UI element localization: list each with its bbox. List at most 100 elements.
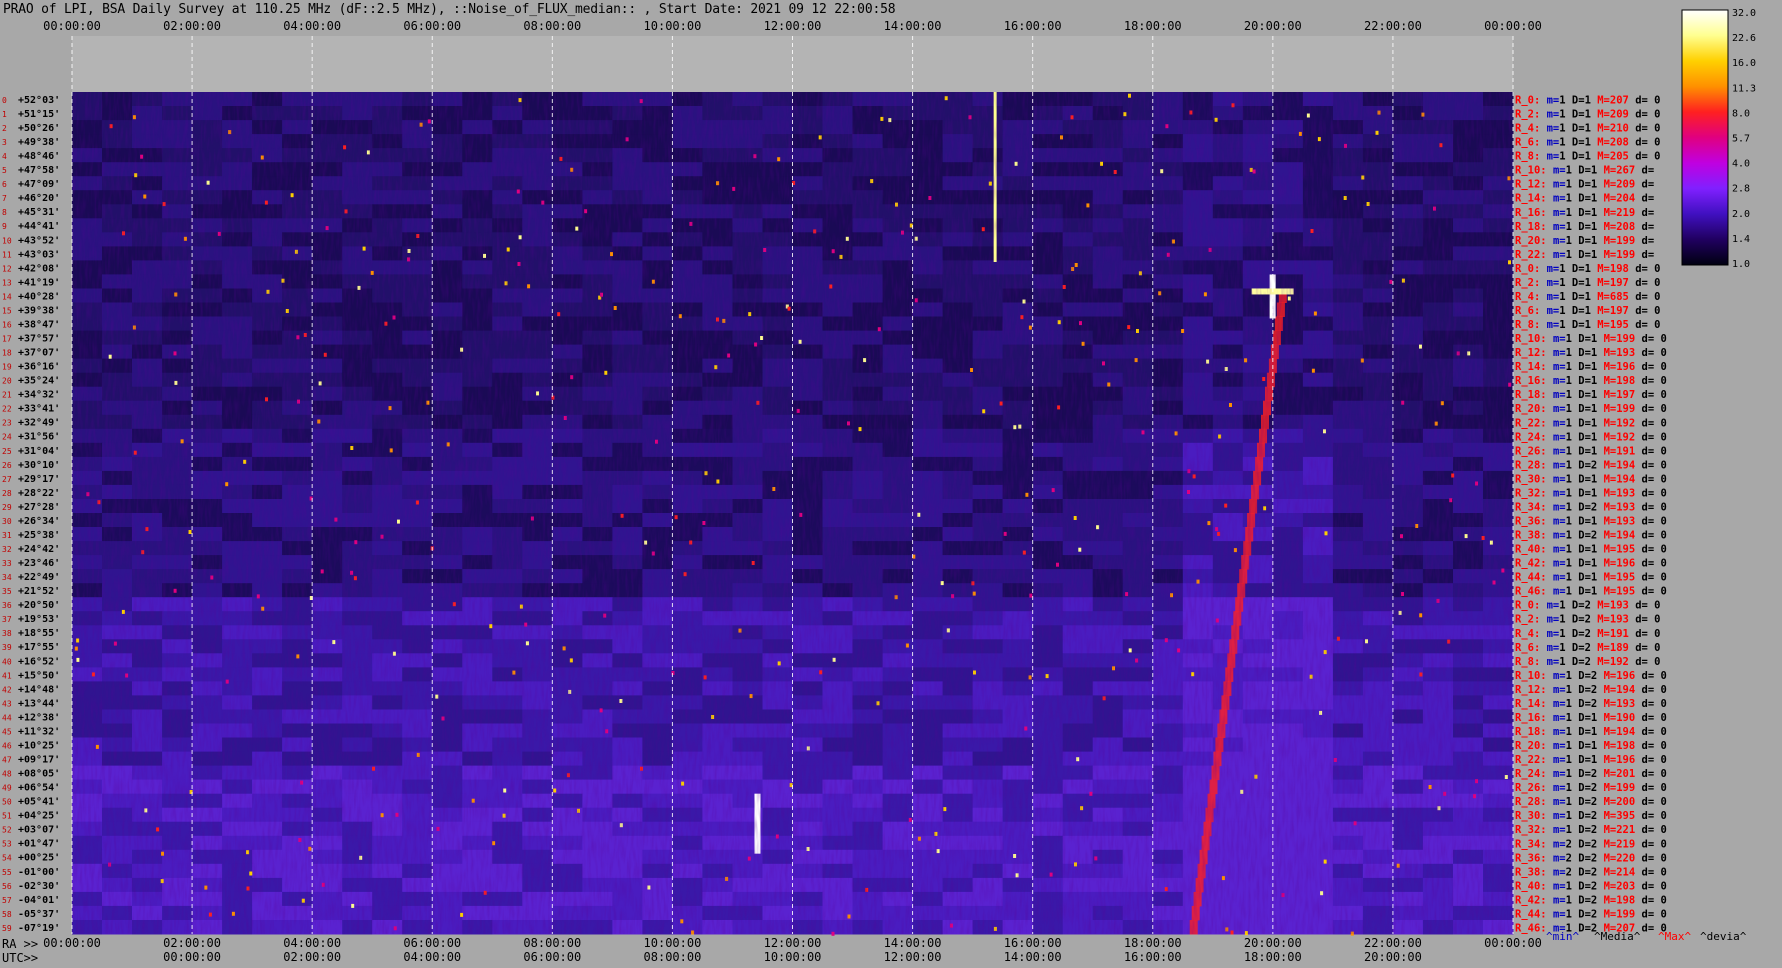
- row-index-label: 33: [2, 559, 12, 568]
- declination-label: +13°44': [18, 698, 60, 709]
- beam-stat-row: R_0: m=1 D=2 M=193 d= 0: [1515, 600, 1661, 612]
- utc-tick-label: 20:00:00: [1364, 950, 1422, 964]
- row-index-label: 20: [2, 377, 12, 386]
- utc-tick-label: 00:00:00: [163, 950, 221, 964]
- ra-tick-label: 00:00:00: [1484, 936, 1542, 950]
- declination-label: +24°42': [18, 544, 60, 555]
- beam-stat-row: R_40: m=1 D=2 M=203 d= 0: [1515, 880, 1667, 892]
- ra-axis-prefix: RA >>: [2, 937, 39, 951]
- declination-label: +43°52': [18, 235, 60, 246]
- top-tick-label: 14:00:00: [884, 19, 942, 33]
- beam-stat-row: R_14: m=1 D=2 M=193 d= 0: [1515, 698, 1667, 710]
- beam-stat-row: R_18: m=1 D=1 M=194 d= 0: [1515, 726, 1667, 738]
- declination-label: +42°08': [18, 263, 60, 274]
- beam-stat-row: R_0: m=1 D=1 M=198 d= 0: [1515, 263, 1661, 275]
- declination-label: +25°38': [18, 530, 60, 541]
- declination-label: +33°41': [18, 404, 60, 415]
- colorbar-label: 11.3: [1732, 83, 1756, 94]
- beam-stat-row: R_16: m=1 D=1 M=190 d= 0: [1515, 712, 1667, 724]
- beam-stat-row: R_18: m=1 D=1 M=208 d=: [1515, 221, 1654, 233]
- ra-tick-label: 04:00:00: [283, 936, 341, 950]
- declination-label: +18°55': [18, 628, 60, 639]
- declination-label: +31°04': [18, 446, 60, 457]
- legend-deviation: ^devia^: [1700, 930, 1747, 943]
- declination-label: +20°50': [18, 600, 60, 611]
- colorbar-label: 2.0: [1732, 209, 1750, 220]
- row-index-label: 18: [2, 349, 12, 358]
- declination-label: +27°28': [18, 502, 60, 513]
- row-index-label: 15: [2, 306, 12, 315]
- declination-label: +47°58': [18, 165, 60, 176]
- beam-stat-row: R_22: m=1 D=1 M=192 d= 0: [1515, 417, 1667, 429]
- colorbar-label: 1.0: [1732, 259, 1750, 270]
- ra-tick-label: 06:00:00: [403, 936, 461, 950]
- row-index-label: 57: [2, 896, 12, 905]
- declination-label: +28°22': [18, 488, 60, 499]
- declination-label: +35°24': [18, 376, 60, 387]
- row-index-label: 12: [2, 264, 12, 273]
- beam-stat-row: R_22: m=1 D=1 M=196 d= 0: [1515, 754, 1667, 766]
- row-index-label: 51: [2, 812, 12, 821]
- row-index-label: 37: [2, 615, 12, 624]
- beam-stat-row: R_12: m=1 D=2 M=194 d= 0: [1515, 684, 1667, 696]
- row-index-label: 35: [2, 587, 12, 596]
- row-index-label: 22: [2, 405, 12, 414]
- row-index-label: 10: [2, 236, 12, 245]
- declination-label: +44°41': [18, 221, 60, 232]
- utc-axis-prefix: UTC>>: [2, 951, 39, 965]
- declination-label: +14°48': [18, 684, 60, 695]
- row-index-label: 2: [2, 124, 7, 133]
- ra-tick-label: 20:00:00: [1244, 936, 1302, 950]
- declination-label: +37°07': [18, 348, 60, 359]
- row-index-label: 17: [2, 335, 12, 344]
- row-index-label: 41: [2, 671, 12, 680]
- beam-stat-row: R_14: m=1 D=1 M=196 d= 0: [1515, 361, 1667, 373]
- row-index-label: 42: [2, 685, 12, 694]
- row-index-label: 4: [2, 152, 7, 161]
- declination-label: -02°30': [18, 881, 60, 892]
- declination-label: -01°00': [18, 867, 60, 878]
- utc-tick-label: 02:00:00: [283, 950, 341, 964]
- ra-tick-label: 18:00:00: [1124, 936, 1182, 950]
- beam-stat-row: R_34: m=2 D=2 M=219 d= 0: [1515, 838, 1667, 850]
- declination-label: +38°47': [18, 319, 60, 330]
- declination-label: +17°55': [18, 642, 60, 653]
- ra-tick-label: 08:00:00: [523, 936, 581, 950]
- top-tick-label: 08:00:00: [523, 19, 581, 33]
- top-tick-label: 22:00:00: [1364, 19, 1422, 33]
- row-index-label: 8: [2, 208, 7, 217]
- top-tick-label: 06:00:00: [403, 19, 461, 33]
- beam-stat-row: R_20: m=1 D=1 M=199 d= 0: [1515, 403, 1667, 415]
- row-index-label: 30: [2, 517, 12, 526]
- beam-stat-row: R_36: m=2 D=2 M=220 d= 0: [1515, 852, 1667, 864]
- colorbar-label: 1.4: [1732, 234, 1750, 245]
- declination-label: +29°17': [18, 474, 60, 485]
- row-index-label: 53: [2, 840, 12, 849]
- row-index-label: 0: [2, 96, 7, 105]
- colorbar-gradient: [1681, 9, 1729, 266]
- ra-tick-label: 12:00:00: [764, 936, 822, 950]
- beam-stat-row: R_6: m=1 D=1 M=208 d= 0: [1515, 137, 1661, 149]
- row-index-label: 48: [2, 770, 12, 779]
- row-index-label: 39: [2, 643, 12, 652]
- beam-stat-row: R_28: m=1 D=2 M=200 d= 0: [1515, 796, 1667, 808]
- top-tick-label: 20:00:00: [1244, 19, 1302, 33]
- colorbar-label: 2.8: [1732, 184, 1750, 195]
- declination-label: +45°31': [18, 207, 60, 218]
- declination-label: +03°07': [18, 825, 60, 836]
- row-index-label: 56: [2, 882, 12, 891]
- declination-label: +31°56': [18, 432, 60, 443]
- beam-stat-row: R_28: m=1 D=2 M=194 d= 0: [1515, 459, 1667, 471]
- utc-tick-label: 08:00:00: [644, 950, 702, 964]
- row-index-label: 34: [2, 573, 12, 582]
- beam-stat-row: R_42: m=1 D=2 M=198 d= 0: [1515, 894, 1667, 906]
- beam-stat-row: R_10: m=1 D=1 M=267 d=: [1515, 165, 1654, 177]
- declination-label: -04°01': [18, 895, 60, 906]
- declination-label: +46°20': [18, 193, 60, 204]
- colorbar-label: 32.0: [1732, 8, 1756, 19]
- ra-tick-label: 10:00:00: [644, 936, 702, 950]
- beam-stat-row: R_40: m=1 D=1 M=195 d= 0: [1515, 544, 1667, 556]
- beam-stat-row: R_20: m=1 D=1 M=199 d=: [1515, 235, 1654, 247]
- beam-stat-row: R_14: m=1 D=1 M=204 d=: [1515, 193, 1654, 205]
- declination-label: +36°16': [18, 362, 60, 373]
